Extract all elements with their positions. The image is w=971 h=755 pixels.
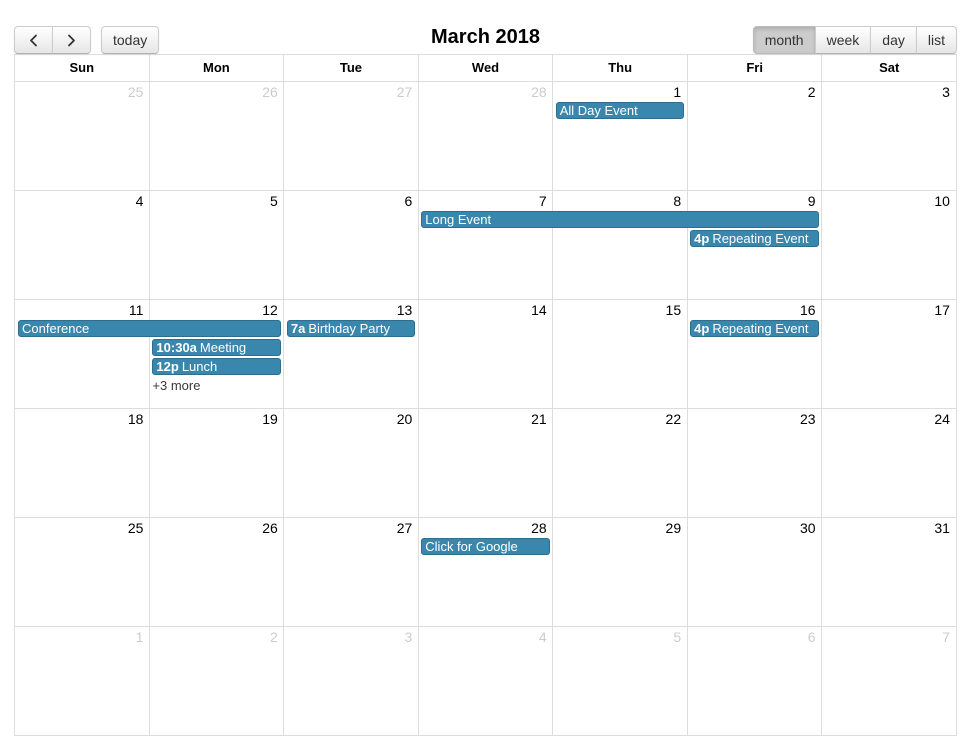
event-title: Long Event [425, 212, 492, 227]
week-events: Click for Google [15, 538, 956, 626]
day-header-sat: Sat [821, 55, 956, 81]
event-time: 10:30a [156, 340, 197, 355]
prev-month-button[interactable] [14, 26, 53, 54]
calendar-event[interactable]: 10:30a Meeting [152, 339, 281, 356]
week-row: 18 19 20 21 22 23 24 [15, 408, 956, 517]
view-button-day[interactable]: day [870, 26, 917, 54]
event-time: 4p [694, 321, 710, 336]
event-title: Meeting [199, 340, 247, 355]
day-header-row: Sun Mon Tue Wed Thu Fri Sat [15, 55, 956, 81]
day-header-tue: Tue [283, 55, 418, 81]
calendar-day-headers: Sun Mon Tue Wed Thu Fri Sat [14, 54, 957, 81]
calendar-event[interactable]: Click for Google [421, 538, 550, 555]
calendar-widget: today March 2018 month week day list Sun Mon… [14, 0, 957, 736]
week-row: 1234567 [15, 626, 956, 735]
day-header-mon: Mon [148, 55, 284, 81]
week-events: All Day Event [15, 102, 956, 190]
toolbar-left-group: today [14, 26, 160, 54]
calendar-event[interactable]: Long Event [421, 211, 819, 228]
calendar-event[interactable]: 4p Repeating Event [690, 320, 819, 337]
event-title: Conference [22, 321, 90, 336]
calendar-toolbar: today March 2018 month week day list [14, 0, 957, 54]
view-button-week[interactable]: week [814, 26, 872, 54]
week-events [15, 647, 956, 735]
event-row: 4p Repeating Event [15, 230, 956, 249]
week-row: 4 5 6 7 8 9 10 Long Event 4p Repeating Event [15, 190, 956, 299]
event-row [15, 647, 956, 666]
toolbar-right-group: month week day list [752, 26, 957, 54]
event-row: 12p Lunch [15, 358, 956, 377]
calendar-event[interactable]: All Day Event [555, 102, 685, 119]
week-row: 25 26 27 28 29 30 31 Click for Google [15, 517, 956, 626]
calendar-event[interactable]: 7a Birthday Party [286, 320, 416, 337]
event-row: Long Event [15, 211, 956, 230]
calendar-event[interactable]: Conference [18, 320, 281, 337]
today-button[interactable]: today [101, 26, 160, 54]
event-time: 4p [694, 231, 710, 246]
week-events: Conference 7a Birthday Party 4p Repeating Ev… [15, 320, 956, 408]
today-button-group: today [101, 26, 160, 54]
event-row: +3 more [15, 377, 956, 396]
calendar-month-grid: 25 26 27 28 1 2 3 All Day Event 4 5 6 7 8 9 10 Long Eve… [14, 81, 957, 736]
calendar-event[interactable]: 12p Lunch [152, 358, 281, 375]
event-title: Birthday Party [308, 321, 390, 336]
day-header-wed: Wed [417, 55, 553, 81]
event-title: Lunch [181, 359, 218, 374]
event-row: Click for Google [15, 538, 956, 557]
view-button-month[interactable]: month [752, 26, 816, 54]
week-events: Long Event 4p Repeating Event [15, 211, 956, 299]
event-time: 12p [156, 359, 179, 374]
event-row: Conference 7a Birthday Party 4p Repeating Ev… [15, 320, 956, 339]
event-time: 7a [290, 321, 306, 336]
calendar-title: March 2018 [431, 26, 540, 48]
day-header-sun: Sun [69, 60, 95, 75]
chevron-right-icon [53, 34, 90, 47]
day-header-fri: Fri [686, 55, 822, 81]
week-row: 11 12 13 14 15 16 17 Conference 7a Birthday Party… [15, 299, 956, 408]
week-events [15, 429, 956, 517]
chevron-left-icon [15, 34, 52, 47]
event-title: Repeating Event [712, 321, 809, 336]
week-row: 25 26 27 28 1 2 3 All Day Event [15, 82, 956, 190]
view-button-list[interactable]: list [915, 26, 957, 54]
nav-button-group [14, 26, 91, 54]
event-row: 10:30a Meeting [15, 339, 956, 358]
event-title: All Day Event [559, 103, 638, 118]
event-row: All Day Event [15, 102, 956, 121]
more-events-link[interactable]: +3 more [152, 378, 200, 394]
next-month-button[interactable] [52, 26, 91, 54]
calendar-event[interactable]: 4p Repeating Event [690, 230, 819, 247]
view-switcher-group: month week day list [752, 26, 957, 54]
event-row [15, 429, 956, 448]
event-title: Repeating Event [712, 231, 809, 246]
event-title: Click for Google [425, 539, 518, 554]
day-header-thu: Thu [552, 55, 687, 81]
